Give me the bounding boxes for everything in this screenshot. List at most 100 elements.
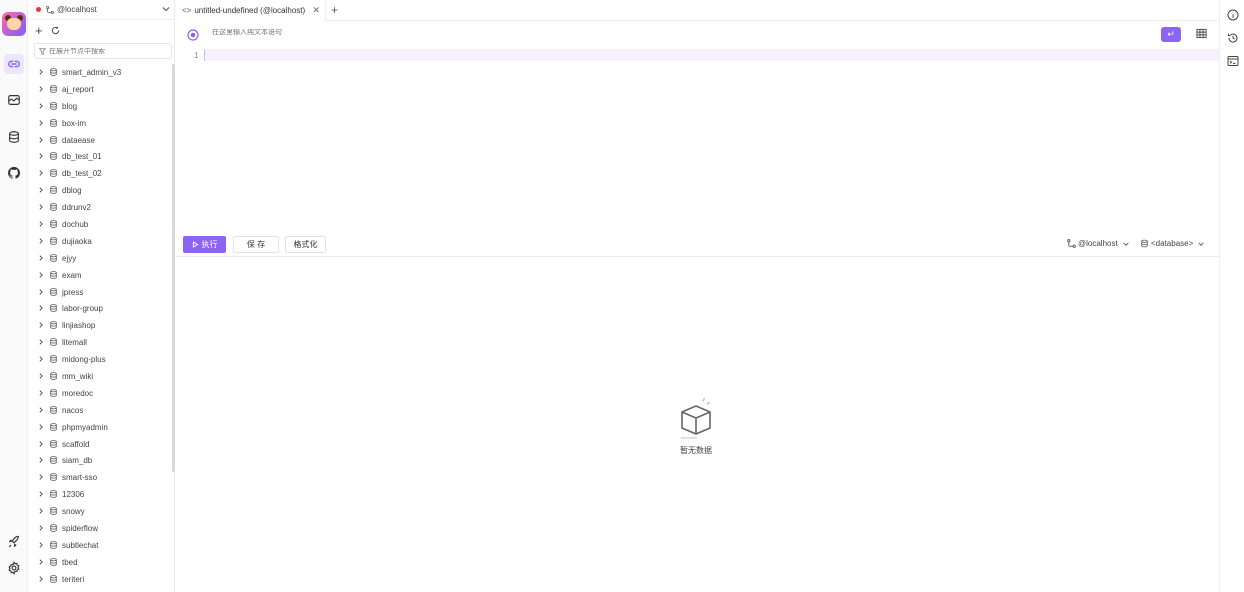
history-icon[interactable] <box>1227 32 1239 44</box>
database-item[interactable]: aj_report <box>29 81 171 98</box>
close-icon[interactable]: ✕ <box>312 5 320 16</box>
link-icon[interactable] <box>4 54 24 74</box>
database-icon <box>50 355 57 363</box>
enter-button[interactable]: ↵ <box>1161 27 1181 42</box>
database-item[interactable]: mm_wiki <box>29 368 171 385</box>
database-item[interactable]: moredoc <box>29 385 171 402</box>
chevron-right-icon[interactable] <box>37 558 45 566</box>
chevron-right-icon[interactable] <box>37 406 45 414</box>
ai-icon[interactable] <box>187 29 199 41</box>
format-button[interactable]: 格式化 <box>285 236 326 253</box>
chevron-right-icon[interactable] <box>37 524 45 532</box>
chevron-right-icon[interactable] <box>37 423 45 431</box>
database-icon[interactable] <box>4 127 24 147</box>
database-item[interactable]: labor-group <box>29 300 171 317</box>
database-item[interactable]: teriteri <box>29 571 171 588</box>
database-item[interactable]: snowy <box>29 503 171 520</box>
info-icon[interactable] <box>1227 9 1239 21</box>
database-item[interactable]: phpmyadmin <box>29 419 171 436</box>
connection-dropdown[interactable]: @localhost <box>1067 239 1132 248</box>
chevron-right-icon[interactable] <box>37 186 45 194</box>
add-icon[interactable]: + <box>35 24 43 38</box>
database-item[interactable]: ejyy <box>29 250 171 267</box>
chevron-right-icon[interactable] <box>37 237 45 245</box>
chevron-right-icon[interactable] <box>37 541 45 549</box>
database-item[interactable]: subtlechat <box>29 537 171 554</box>
database-item[interactable]: smart_admin_v3 <box>29 64 171 81</box>
app-window: @localhost + smart_admin_v3 aj_reportblog… <box>0 0 1244 592</box>
chevron-right-icon[interactable] <box>37 355 45 363</box>
database-item[interactable]: box-im <box>29 115 171 132</box>
chevron-right-icon[interactable] <box>37 372 45 380</box>
database-item[interactable]: smart-sso <box>29 469 171 486</box>
database-item[interactable]: exam <box>29 267 171 284</box>
database-item[interactable]: dochub <box>29 216 171 233</box>
chevron-right-icon[interactable] <box>37 338 45 346</box>
chevron-right-icon[interactable] <box>37 507 45 515</box>
save-button[interactable]: 保 存 <box>233 236 279 253</box>
database-item[interactable]: 12306 <box>29 486 171 503</box>
table-icon[interactable] <box>1196 28 1207 39</box>
chevron-right-icon[interactable] <box>37 254 45 262</box>
chevron-right-icon[interactable] <box>37 456 45 464</box>
chevron-right-icon[interactable] <box>37 490 45 498</box>
chevron-right-icon[interactable] <box>37 220 45 228</box>
database-name: nacos <box>62 405 84 415</box>
terminal-icon[interactable] <box>1227 55 1239 67</box>
database-item[interactable]: nacos <box>29 402 171 419</box>
connection-selector[interactable]: @localhost <box>29 0 175 20</box>
filter-input[interactable] <box>49 47 169 55</box>
chevron-right-icon[interactable] <box>37 440 45 448</box>
empty-state: 暂无数据 <box>671 398 721 456</box>
chevron-right-icon[interactable] <box>37 473 45 481</box>
database-icon <box>50 372 57 380</box>
database-item[interactable]: tbed <box>29 554 171 571</box>
database-item[interactable]: spiderflow <box>29 520 171 537</box>
chevron-right-icon[interactable] <box>37 288 45 296</box>
chevron-right-icon[interactable] <box>37 271 45 279</box>
chevron-right-icon[interactable] <box>37 203 45 211</box>
chevron-right-icon[interactable] <box>37 136 45 144</box>
chevron-right-icon[interactable] <box>37 389 45 397</box>
database-item[interactable]: db_test_02 <box>29 165 171 182</box>
chevron-down-icon <box>1122 241 1129 246</box>
chevron-right-icon[interactable] <box>37 102 45 110</box>
database-item[interactable]: ddrunv2 <box>29 199 171 216</box>
database-item[interactable]: jpress <box>29 284 171 301</box>
chevron-right-icon[interactable] <box>37 169 45 177</box>
chevron-right-icon[interactable] <box>37 321 45 329</box>
chevron-right-icon[interactable] <box>37 85 45 93</box>
database-icon <box>50 473 57 482</box>
natural-language-input[interactable] <box>212 29 1012 36</box>
refresh-icon[interactable] <box>51 26 60 35</box>
github-icon[interactable] <box>4 163 24 183</box>
chevron-down-icon[interactable] <box>161 4 171 14</box>
chevron-right-icon[interactable] <box>37 575 45 583</box>
rocket-icon[interactable] <box>4 532 24 552</box>
database-item[interactable]: midong-plus <box>29 351 171 368</box>
database-item[interactable]: linjiashop <box>29 317 171 334</box>
tab-untitled[interactable]: <> untitled-undefined (@localhost) ✕ <box>176 0 326 21</box>
chevron-right-icon[interactable] <box>37 119 45 127</box>
chevron-right-icon[interactable] <box>37 152 45 160</box>
chevron-right-icon[interactable] <box>37 68 45 76</box>
database-item[interactable]: dujiaoka <box>29 233 171 250</box>
filter-box[interactable] <box>34 43 172 59</box>
database-item[interactable]: siam_db <box>29 452 171 469</box>
database-item[interactable]: blog <box>29 98 171 115</box>
dashboard-icon[interactable] <box>4 90 24 110</box>
database-item[interactable]: dataease <box>29 132 171 149</box>
run-button[interactable]: 执行 <box>183 236 226 253</box>
database-item[interactable]: litemall <box>29 334 171 351</box>
database-dropdown[interactable]: <database> <box>1140 239 1207 248</box>
chevron-right-icon[interactable] <box>37 304 45 312</box>
database-name: smart_admin_v3 <box>62 68 122 77</box>
database-item[interactable]: dblog <box>29 182 171 199</box>
gear-icon[interactable] <box>4 558 24 578</box>
sql-editor[interactable]: 1 <box>176 47 1219 233</box>
database-item[interactable]: scaffold <box>29 436 171 453</box>
database-item[interactable]: db_test_01 <box>29 148 171 165</box>
database-icon <box>50 304 57 313</box>
sidebar-scrollbar[interactable] <box>172 64 175 472</box>
new-tab-button[interactable]: + <box>331 3 338 17</box>
